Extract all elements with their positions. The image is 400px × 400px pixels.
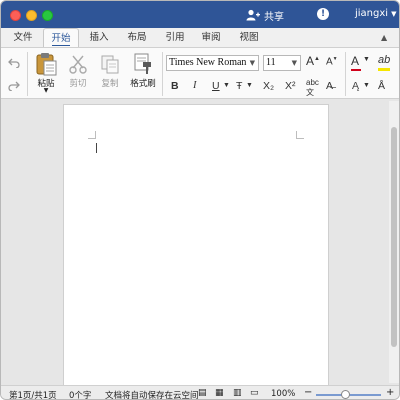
tab-file[interactable]: 文件 bbox=[7, 28, 39, 47]
focus-view-icon[interactable]: ▭ bbox=[250, 388, 259, 398]
text-effect-chevron-icon[interactable]: ▼ bbox=[363, 82, 370, 89]
format-painter-button[interactable] bbox=[132, 52, 154, 76]
ribbon-home: 粘贴 ▼ 剪切 复制 格式刷 Times New Roman ▼ 11 ▼ A▲… bbox=[1, 47, 399, 99]
font-color-icon: A bbox=[351, 54, 360, 68]
tab-layout[interactable]: 布局 bbox=[121, 28, 153, 47]
scrollbar-thumb[interactable] bbox=[391, 127, 397, 347]
word-count: 0个字 bbox=[69, 391, 92, 400]
font-name-value: Times New Roman bbox=[169, 57, 247, 68]
tab-home[interactable]: 开始 bbox=[43, 28, 79, 47]
copy-button[interactable] bbox=[99, 53, 121, 75]
cut-label: 剪切 bbox=[69, 79, 87, 89]
ribbon-separator bbox=[345, 52, 346, 96]
autosave-status: 文档将自动保存在云空间 bbox=[105, 391, 199, 400]
title-bar: 共享 ! jiangxi ▼ bbox=[1, 1, 399, 28]
tab-references[interactable]: 引用 bbox=[159, 28, 191, 47]
highlighter-icon: ab bbox=[378, 54, 391, 66]
paste-options-chevron-icon[interactable]: ▼ bbox=[39, 87, 53, 94]
status-bar: 第1页/共1页 0个字 文档将自动保存在云空间 ▤ ▦ ▥ ▭ 100% − + bbox=[1, 385, 399, 400]
undo-icon bbox=[8, 58, 20, 68]
format-painter-icon bbox=[134, 53, 151, 74]
copy-icon bbox=[101, 55, 119, 74]
user-menu[interactable]: jiangxi ▼ bbox=[355, 8, 396, 19]
zoom-in-button[interactable]: + bbox=[386, 387, 394, 398]
zoom-out-button[interactable]: − bbox=[304, 387, 312, 398]
paste-icon bbox=[36, 53, 57, 76]
text-effect-button[interactable]: Ą bbox=[352, 80, 359, 92]
scissors-icon bbox=[69, 55, 87, 74]
font-color-chevron-icon[interactable]: ▼ bbox=[363, 56, 370, 63]
font-name-select[interactable]: Times New Roman ▼ bbox=[166, 55, 259, 71]
redo-icon bbox=[8, 81, 20, 91]
share-button[interactable]: 共享 bbox=[246, 7, 284, 23]
maximize-window-button[interactable] bbox=[42, 10, 53, 21]
copy-label: 复制 bbox=[101, 79, 119, 89]
clear-format-icon: A̶ bbox=[326, 80, 334, 92]
info-icon[interactable]: ! bbox=[317, 8, 329, 20]
highlight-button[interactable]: ab bbox=[378, 54, 391, 71]
ribbon-tabs: 文件 开始 插入 布局 引用 审阅 视图 ▲ bbox=[1, 28, 399, 47]
superscript-button[interactable]: X² bbox=[285, 80, 296, 92]
underline-chevron-icon[interactable]: ▼ bbox=[223, 82, 230, 89]
styles-button[interactable]: Å bbox=[378, 80, 385, 92]
grow-font-button[interactable]: A▲ bbox=[306, 54, 320, 68]
shrink-font-button[interactable]: A▼ bbox=[326, 56, 338, 67]
margin-corner-mark bbox=[88, 131, 96, 139]
ribbon-separator bbox=[27, 52, 28, 96]
redo-button[interactable] bbox=[7, 79, 21, 93]
zoom-slider-knob[interactable] bbox=[341, 390, 350, 399]
font-color-button[interactable]: A bbox=[351, 54, 361, 71]
strikethrough-button[interactable]: Ŧ bbox=[236, 80, 242, 92]
underline-button[interactable]: U bbox=[212, 80, 220, 92]
phonetic-guide-button[interactable]: abc 文 bbox=[306, 78, 319, 98]
bold-button[interactable]: B bbox=[171, 80, 179, 92]
zoom-level: 100% bbox=[271, 389, 296, 399]
word-window: 共享 ! jiangxi ▼ 文件 开始 插入 布局 引用 审阅 视图 ▲ 粘贴… bbox=[0, 0, 400, 400]
chevron-down-icon: ▼ bbox=[391, 9, 397, 18]
font-size-select[interactable]: 11 ▼ bbox=[263, 55, 301, 71]
text-cursor bbox=[96, 143, 97, 153]
document-canvas bbox=[1, 99, 399, 389]
web-layout-view-icon[interactable]: ▥ bbox=[233, 388, 242, 398]
format-painter-label: 格式刷 bbox=[130, 79, 156, 89]
print-layout-view-icon[interactable]: ▦ bbox=[215, 388, 224, 398]
undo-button[interactable] bbox=[7, 56, 21, 70]
tab-insert[interactable]: 插入 bbox=[83, 28, 115, 47]
vertical-scrollbar[interactable] bbox=[389, 101, 399, 383]
tab-view[interactable]: 视图 bbox=[233, 28, 265, 47]
share-person-icon bbox=[246, 9, 260, 21]
styles-icon: Å bbox=[378, 80, 386, 92]
ribbon-separator bbox=[162, 52, 163, 96]
font-size-value: 11 bbox=[266, 57, 276, 68]
tab-review[interactable]: 审阅 bbox=[195, 28, 227, 47]
clear-format-button[interactable]: A̶ bbox=[326, 80, 333, 92]
text-effect-icon: Ą bbox=[352, 80, 360, 92]
subscript-button[interactable]: X₂ bbox=[263, 80, 274, 92]
share-label: 共享 bbox=[264, 11, 284, 23]
minimize-window-button[interactable] bbox=[26, 10, 37, 21]
document-page[interactable] bbox=[63, 104, 329, 389]
page-info: 第1页/共1页 bbox=[9, 391, 57, 400]
collapse-ribbon-icon[interactable]: ▲ bbox=[381, 33, 387, 42]
margin-corner-mark bbox=[296, 131, 304, 139]
close-window-button[interactable] bbox=[10, 10, 21, 21]
user-name: jiangxi bbox=[355, 8, 389, 19]
chevron-down-icon: ▼ bbox=[291, 59, 297, 67]
paste-button[interactable] bbox=[34, 52, 58, 76]
phonetic-guide-icon: abc 文 bbox=[306, 78, 319, 97]
proofing-icon[interactable]: ▤ bbox=[198, 388, 207, 398]
cut-button[interactable] bbox=[67, 53, 89, 75]
italic-button[interactable]: I bbox=[193, 80, 197, 91]
chevron-down-icon: ▼ bbox=[249, 59, 255, 67]
strikethrough-chevron-icon[interactable]: ▼ bbox=[246, 82, 253, 89]
